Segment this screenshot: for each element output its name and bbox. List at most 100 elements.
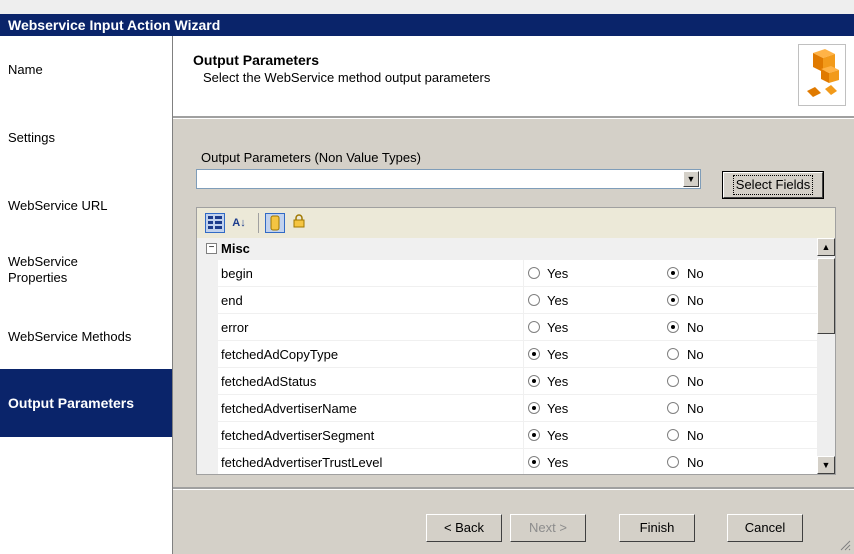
yes-radio[interactable] [528,456,540,468]
sidebar-item-name[interactable]: Name [0,62,172,78]
no-label: No [687,455,704,470]
yes-radio[interactable] [528,348,540,360]
property-name: fetchedAdCopyType [221,347,339,362]
collapse-icon[interactable]: − [206,243,217,254]
finish-button-label: Finish [639,520,675,535]
wizard-sidebar: Name Settings WebService URL WebService … [0,36,172,554]
row-gutter [197,287,218,314]
column-divider [523,314,524,341]
no-radio[interactable] [667,321,679,333]
next-button-label: Next > [529,520,567,535]
yes-label: Yes [547,374,569,389]
table-row: fetchedAdvertiserSegment Yes No [197,422,817,449]
toolbar-separator [258,213,259,233]
yes-label: Yes [547,428,569,443]
next-button[interactable]: Next > [510,514,586,542]
lock-icon[interactable] [289,213,309,233]
sidebar-item-webservice-methods[interactable]: WebService Methods [0,329,172,345]
column-divider [523,287,524,314]
back-button[interactable]: < Back [426,514,502,542]
sidebar-item-label: Settings [8,130,55,145]
yes-radio[interactable] [528,294,540,306]
sidebar-item-label: Name [8,62,43,77]
column-divider [523,260,524,287]
yes-label: Yes [547,455,569,470]
sidebar-item-label: Output Parameters [8,395,135,411]
property-name: error [221,320,249,335]
column-divider [523,395,524,422]
table-row: fetchedAdCopyType Yes No [197,341,817,368]
no-radio[interactable] [667,294,679,306]
table-row: fetchedAdvertiserName Yes No [197,395,817,422]
no-radio[interactable] [667,267,679,279]
categorized-icon[interactable] [205,213,225,233]
column-divider [523,368,524,395]
sidebar-item-output-parameters[interactable]: Output Parameters [0,369,172,437]
sidebar-item-settings[interactable]: Settings [0,130,172,146]
column-divider [523,449,524,474]
finish-button[interactable]: Finish [619,514,695,542]
row-gutter [197,395,218,422]
vertical-scrollbar[interactable]: ▲ ▼ [817,238,835,474]
row-gutter [197,368,218,395]
table-row: error Yes No [197,314,817,341]
properties-icon[interactable] [265,213,285,233]
cancel-button[interactable]: Cancel [727,514,803,542]
no-label: No [687,428,704,443]
no-radio[interactable] [667,348,679,360]
yes-radio[interactable] [528,375,540,387]
yes-label: Yes [547,266,569,281]
yes-radio[interactable] [528,321,540,333]
package-cubes-icon [798,44,846,106]
property-name: begin [221,266,253,281]
property-name: fetchedAdvertiserTrustLevel [221,455,383,470]
scroll-down-icon[interactable]: ▼ [817,456,835,474]
yes-label: Yes [547,401,569,416]
column-divider [523,341,524,368]
row-gutter [197,341,218,368]
property-name: fetchedAdvertiserName [221,401,357,416]
no-label: No [687,293,704,308]
no-label: No [687,374,704,389]
output-params-combo[interactable]: ▼ [196,169,701,189]
back-button-label: < Back [443,520,485,535]
column-divider [523,422,524,449]
yes-radio[interactable] [528,267,540,279]
no-radio[interactable] [667,402,679,414]
cancel-button-label: Cancel [744,520,786,535]
category-label: Misc [221,241,250,256]
table-row: begin Yes No [197,260,817,287]
yes-label: Yes [547,320,569,335]
top-strip [0,0,854,14]
no-radio[interactable] [667,429,679,441]
no-radio[interactable] [667,456,679,468]
yes-radio[interactable] [528,429,540,441]
footer-separator [173,487,854,490]
sidebar-item-label: WebService URL [8,198,108,213]
sidebar-item-webservice-properties[interactable]: WebService Properties [0,254,110,286]
property-grid: A↓ − Misc begin Yes No end Yes No error Yes No fe… [196,207,836,475]
scroll-up-icon[interactable]: ▲ [817,238,835,256]
sidebar-item-webservice-url[interactable]: WebService URL [0,198,172,214]
select-fields-button[interactable]: Select Fields [722,171,824,199]
scroll-thumb[interactable] [817,258,835,334]
no-radio[interactable] [667,375,679,387]
yes-radio[interactable] [528,402,540,414]
no-label: No [687,320,704,335]
table-row: fetchedAdStatus Yes No [197,368,817,395]
resize-grip-icon[interactable] [839,539,851,551]
yes-label: Yes [547,347,569,362]
property-name: fetchedAdStatus [221,374,317,389]
yes-label: Yes [547,293,569,308]
row-gutter [197,422,218,449]
table-row: end Yes No [197,287,817,314]
row-gutter [197,260,218,287]
page-subtitle: Select the WebService method output para… [203,70,491,85]
window-title: Webservice Input Action Wizard [0,14,854,36]
sidebar-item-label: WebService Methods [8,329,132,344]
page-title: Output Parameters [193,52,320,68]
alphabetical-sort-icon[interactable]: A↓ [229,213,249,233]
table-row: fetchedAdvertiserTrustLevel Yes No [197,449,817,474]
chevron-down-icon[interactable]: ▼ [683,171,699,187]
page-header: Output Parameters Select the WebService … [173,36,854,116]
